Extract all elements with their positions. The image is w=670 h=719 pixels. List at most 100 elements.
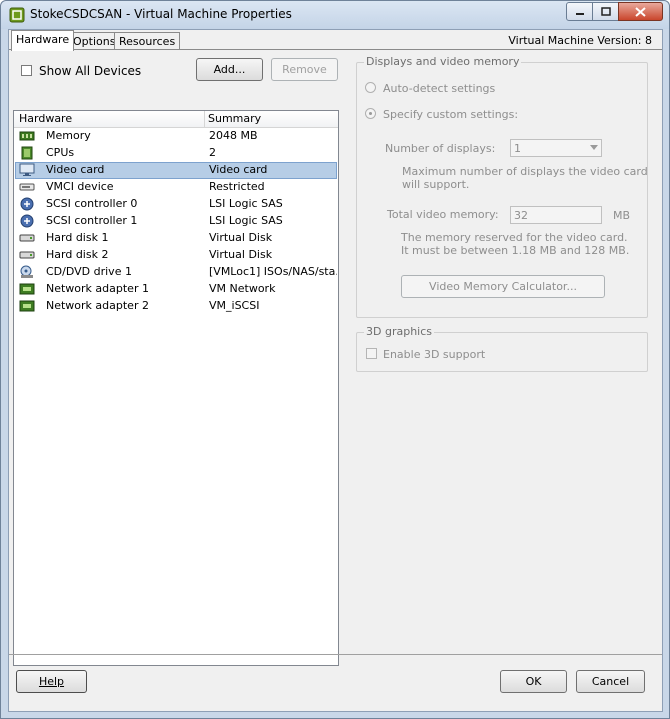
list-item-scsi-controller-1[interactable]: SCSI controller 1 LSI Logic SAS bbox=[15, 213, 337, 230]
remove-button[interactable]: Remove bbox=[271, 58, 338, 81]
hard-disk-icon bbox=[19, 251, 35, 259]
cancel-button[interactable]: Cancel bbox=[576, 670, 645, 693]
tab-hardware[interactable]: Hardware bbox=[11, 30, 75, 51]
minimize-button[interactable] bbox=[566, 2, 593, 21]
item-name: CPUs bbox=[46, 146, 75, 159]
minimize-icon bbox=[575, 12, 584, 15]
item-name: Memory bbox=[46, 129, 91, 142]
max-displays-note: Maximum number of displays the video car… bbox=[402, 165, 648, 178]
show-all-devices-checkbox[interactable] bbox=[21, 65, 32, 76]
item-summary: Restricted bbox=[209, 180, 265, 193]
column-header-hardware[interactable]: Hardware bbox=[19, 112, 72, 125]
chevron-down-icon bbox=[590, 145, 598, 150]
help-button[interactable]: Help bbox=[16, 670, 87, 693]
total-video-memory-value: 32 bbox=[514, 209, 528, 222]
cd-drive-icon bbox=[20, 265, 33, 278]
group-legend: Displays and video memory bbox=[364, 55, 522, 68]
list-item-hard-disk-2[interactable]: Hard disk 2 Virtual Disk bbox=[15, 247, 337, 264]
list-item-cpus[interactable]: CPUs 2 bbox=[15, 145, 337, 162]
dialog-body: Hardware Options Resources Virtual Machi… bbox=[8, 29, 663, 712]
column-header-summary[interactable]: Summary bbox=[208, 112, 261, 125]
remove-button-label: Remove bbox=[282, 63, 327, 76]
custom-settings-radio[interactable] bbox=[365, 108, 376, 119]
memory-note-2: It must be between 1.18 MB and 128 MB. bbox=[401, 244, 630, 257]
memory-icon bbox=[19, 131, 35, 141]
item-summary: 2 bbox=[209, 146, 216, 159]
calculator-button-label: Video Memory Calculator... bbox=[429, 280, 577, 293]
tab-resources[interactable]: Resources bbox=[114, 32, 181, 50]
list-header: Hardware Summary bbox=[14, 111, 338, 128]
number-of-displays-label: Number of displays: bbox=[385, 142, 496, 155]
list-item-video-card[interactable]: Video card Video card bbox=[15, 162, 337, 179]
custom-settings-label: Specify custom settings: bbox=[383, 108, 519, 121]
displays-video-memory-group: Displays and video memory Auto-detect se… bbox=[356, 55, 648, 318]
hardware-panel: Show All Devices Add... Remove Hardware … bbox=[9, 50, 662, 668]
list-item-network-adapter-2[interactable]: Network adapter 2 VM_iSCSI bbox=[15, 298, 337, 315]
item-name: SCSI controller 0 bbox=[46, 197, 138, 210]
item-summary: 2048 MB bbox=[209, 129, 258, 142]
item-name: Network adapter 1 bbox=[46, 282, 149, 295]
item-name: Hard disk 2 bbox=[46, 248, 109, 261]
add-button[interactable]: Add... bbox=[196, 58, 263, 81]
number-of-displays-select[interactable]: 1 bbox=[510, 139, 602, 157]
title-bar[interactable]: StokeCSDCSAN - Virtual Machine Propertie… bbox=[1, 1, 669, 29]
enable-3d-checkbox[interactable] bbox=[366, 348, 377, 359]
item-name: Video card bbox=[46, 163, 105, 176]
tab-label: Hardware bbox=[16, 33, 70, 46]
close-button[interactable] bbox=[618, 2, 663, 21]
hardware-list[interactable]: Hardware Summary Memory 2048 MB CPUs 2 V… bbox=[13, 110, 339, 666]
item-summary: VM Network bbox=[209, 282, 276, 295]
close-icon bbox=[635, 6, 646, 17]
item-summary: Virtual Disk bbox=[209, 231, 273, 244]
ok-button[interactable]: OK bbox=[500, 670, 567, 693]
item-name: VMCI device bbox=[46, 180, 114, 193]
footer-divider bbox=[9, 654, 662, 655]
tab-label: Resources bbox=[119, 35, 176, 48]
list-item-scsi-controller-0[interactable]: SCSI controller 0 LSI Logic SAS bbox=[15, 196, 337, 213]
properties-window: StokeCSDCSAN - Virtual Machine Propertie… bbox=[0, 0, 670, 719]
item-summary: VM_iSCSI bbox=[209, 299, 260, 312]
3d-graphics-group: 3D graphics Enable 3D support bbox=[356, 325, 648, 372]
cancel-button-label: Cancel bbox=[591, 675, 630, 688]
max-displays-note-2: will support. bbox=[402, 178, 470, 191]
item-summary: LSI Logic SAS bbox=[209, 214, 283, 227]
scsi-controller-icon bbox=[20, 214, 34, 228]
list-item-hard-disk-1[interactable]: Hard disk 1 Virtual Disk bbox=[15, 230, 337, 247]
ok-button-label: OK bbox=[525, 675, 542, 688]
maximize-button[interactable] bbox=[592, 2, 619, 21]
device-icon bbox=[19, 183, 35, 191]
video-memory-calculator-button[interactable]: Video Memory Calculator... bbox=[401, 275, 605, 298]
item-name: CD/DVD drive 1 bbox=[46, 265, 132, 278]
item-name: Network adapter 2 bbox=[46, 299, 149, 312]
memory-note: The memory reserved for the video card. bbox=[401, 231, 628, 244]
hard-disk-icon bbox=[19, 234, 35, 242]
tab-label: Options bbox=[73, 35, 116, 48]
auto-detect-radio[interactable] bbox=[365, 82, 376, 93]
help-button-label: Help bbox=[38, 675, 65, 688]
vm-version-label: Virtual Machine Version: 8 bbox=[508, 34, 652, 47]
item-summary: LSI Logic SAS bbox=[209, 197, 283, 210]
tab-options[interactable]: Options bbox=[68, 32, 121, 50]
total-video-memory-input[interactable]: 32 bbox=[510, 206, 602, 224]
list-item-network-adapter-1[interactable]: Network adapter 1 VM Network bbox=[15, 281, 337, 298]
show-all-devices-label: Show All Devices bbox=[39, 64, 142, 78]
maximize-icon bbox=[600, 7, 611, 16]
item-summary: Video card bbox=[209, 163, 268, 176]
list-item-cd-dvd-drive-1[interactable]: CD/DVD drive 1 [VMLoc1] ISOs/NAS/sta... bbox=[15, 264, 337, 281]
memory-unit-label: MB bbox=[613, 209, 631, 222]
column-separator[interactable] bbox=[204, 111, 205, 128]
number-of-displays-value: 1 bbox=[514, 142, 521, 155]
network-adapter-icon bbox=[19, 283, 35, 295]
item-name: SCSI controller 1 bbox=[46, 214, 138, 227]
total-video-memory-label: Total video memory: bbox=[387, 208, 499, 221]
auto-detect-label: Auto-detect settings bbox=[383, 82, 496, 95]
window-title: StokeCSDCSAN - Virtual Machine Propertie… bbox=[30, 7, 292, 21]
item-summary: Virtual Disk bbox=[209, 248, 273, 261]
list-item-vmci-device[interactable]: VMCI device Restricted bbox=[15, 179, 337, 196]
group-legend: 3D graphics bbox=[364, 325, 434, 338]
item-name: Hard disk 1 bbox=[46, 231, 109, 244]
add-button-label: Add... bbox=[213, 63, 246, 76]
monitor-icon bbox=[19, 163, 35, 176]
list-item-memory[interactable]: Memory 2048 MB bbox=[15, 128, 337, 145]
item-summary: [VMLoc1] ISOs/NAS/sta... bbox=[209, 265, 337, 278]
